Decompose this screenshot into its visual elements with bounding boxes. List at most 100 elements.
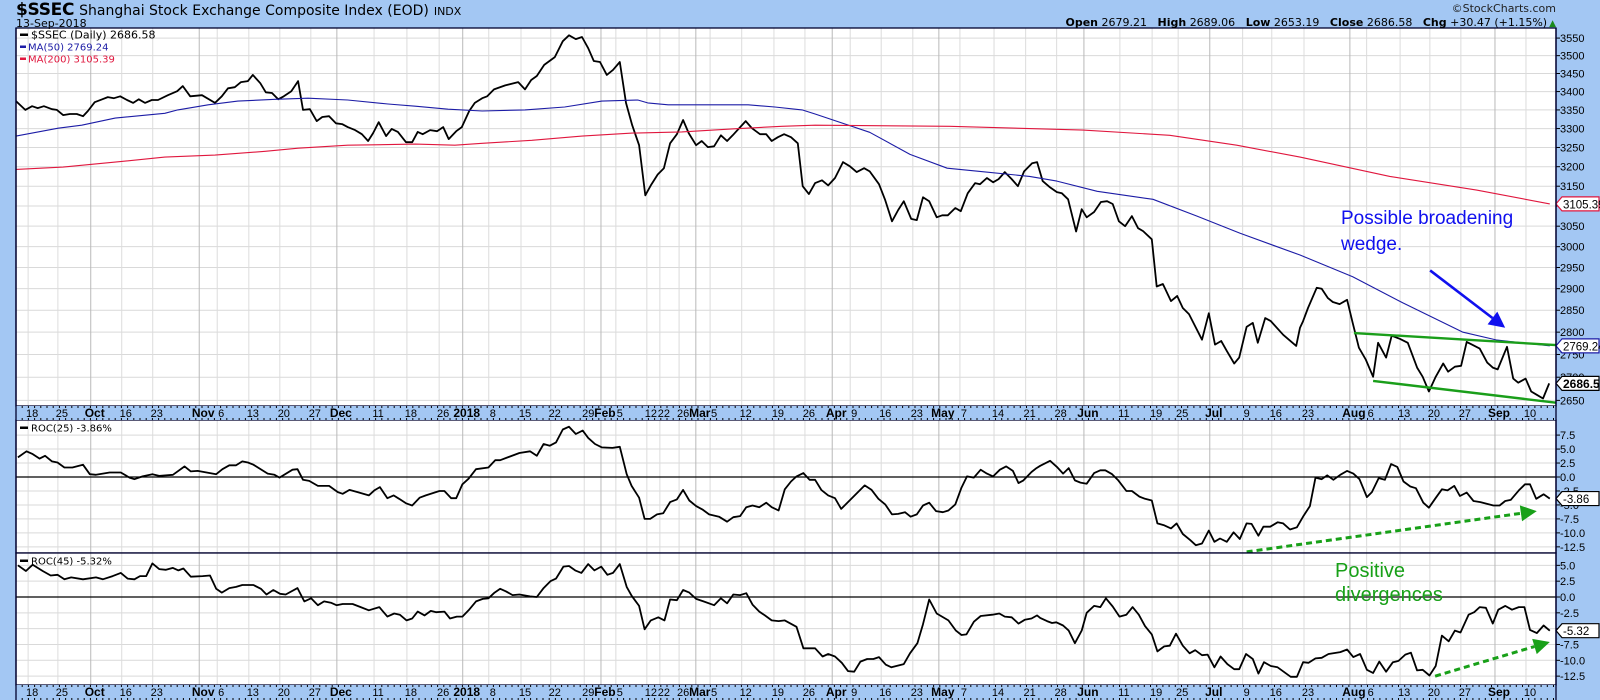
x-tick-label: 18 (26, 408, 38, 420)
x-tick-label: Aug (1342, 685, 1365, 699)
x-tick-label: Jul (1205, 685, 1222, 699)
x-tick-label: 18 (405, 408, 417, 420)
x-tick-label: 10 (1524, 408, 1536, 420)
low-label: Low (1245, 16, 1271, 29)
x-tick-label: Apr (826, 685, 847, 699)
x-tick-label: 7 (961, 408, 967, 420)
y-tick-label: 3300 (1560, 124, 1584, 136)
x-tick-label: 2018 (453, 406, 480, 420)
x-tick-label: 29 (582, 687, 594, 699)
divergence-annotation-text: divergences (1335, 584, 1443, 606)
x-tick-label: 16 (879, 408, 891, 420)
divergence-annotation-text: Positive (1335, 560, 1405, 582)
y-tick-label: 2800 (1560, 327, 1584, 339)
x-tick-label: Mar (689, 685, 711, 699)
x-tick-label: Nov (192, 685, 215, 699)
x-tick-label: 21 (1024, 408, 1036, 420)
x-tick-label: Dec (330, 406, 352, 420)
x-tick-label: 27 (1459, 687, 1471, 699)
x-tick-label: 21 (1024, 687, 1036, 699)
x-tick-label: 19 (1150, 687, 1162, 699)
x-tick-label: 12 (740, 408, 752, 420)
x-tick-label: 20 (1428, 408, 1440, 420)
x-tick-label: 16 (120, 408, 132, 420)
y-tick-label: 3550 (1560, 33, 1584, 45)
wedge-annotation-text: Possible broadening (1341, 208, 1513, 229)
y-tick-label: 2.5 (1560, 576, 1575, 588)
open-label: Open (1065, 16, 1098, 29)
x-tick-label: 19 (1150, 408, 1162, 420)
x-tick-label: Dec (330, 685, 352, 699)
x-tick-label: 9 (1244, 408, 1250, 420)
x-tick-label: 25 (56, 408, 68, 420)
x-tick-label: 23 (151, 687, 163, 699)
last-value-label: 2686.58 (1555, 375, 1600, 391)
x-tick-label: 14 (992, 408, 1004, 420)
price-panel: Possible broadening wedge. $SSEC (Daily) 2… (15, 27, 1557, 407)
roc45-panel: Positivedivergences ROC(45) -5.32% (15, 552, 1557, 686)
x-tick-label: 15 (519, 687, 531, 699)
legend-swatch (20, 45, 26, 48)
legend-label: $SSEC (Daily) 2686.58 (31, 29, 156, 42)
x-tick-label: 27 (309, 687, 321, 699)
y-tick-label: 3150 (1560, 181, 1584, 193)
high-value: 2689.06 (1189, 16, 1236, 29)
y-tick-label: 0.0 (1560, 472, 1575, 484)
x-tick-label: Oct (85, 685, 105, 699)
legend-item: ROC(45) -5.32% (20, 557, 112, 568)
x-tick-label: 10 (1524, 687, 1536, 699)
x-tick-label: 26 (677, 408, 689, 420)
x-axis-bottom: 18 25 Oct 16 23 Nov 6 13 20 27 Dec 11 18 26 2018 8 15 22 2… (15, 685, 1556, 700)
up-triangle-icon: ▲ (1549, 19, 1556, 29)
x-tick-label: 15 (519, 408, 531, 420)
x-tick-label: 22 (549, 687, 561, 699)
y-tick-label: 3200 (1560, 162, 1584, 174)
ohlc-summary: Open 2679.21 High 2689.06 Low 2653.19 Cl… (1058, 16, 1556, 29)
x-tick-label: 26 (437, 687, 449, 699)
y-tick-label: 5.0 (1560, 560, 1575, 572)
value-label-text: 3105.39 (1563, 199, 1600, 211)
x-tick-label: 11 (372, 408, 383, 420)
y-tick-label: 3350 (1560, 105, 1584, 117)
legend-label: ROC(45) -5.32% (31, 557, 112, 568)
value-label-text: 2686.58 (1563, 377, 1600, 391)
x-tick-label: 23 (911, 408, 923, 420)
x-tick-label: 6 (1368, 687, 1374, 699)
x-tick-label: 25 (1176, 687, 1188, 699)
legend-item: $SSEC (Daily) 2686.58 (20, 29, 156, 42)
x-tick-label: 12 (645, 687, 657, 699)
legend-label: ROC(25) -3.86% (31, 424, 112, 435)
x-tick-label: 11 (1118, 408, 1129, 420)
legend-swatch (20, 559, 28, 562)
y-tick-label: -10.0 (1560, 655, 1585, 667)
y-tick-label: 7.5 (1560, 430, 1575, 442)
high-label: High (1157, 16, 1187, 29)
x-tick-label: 26 (437, 408, 449, 420)
x-tick-label: 11 (372, 687, 383, 699)
x-tick-label: 12 (740, 687, 752, 699)
last-value-label: 3105.39 (1555, 196, 1600, 212)
x-tick-label: May (931, 406, 955, 420)
y-tick-label: 3000 (1560, 242, 1584, 254)
x-tick-label: Nov (192, 406, 215, 420)
x-tick-label: 20 (1428, 687, 1440, 699)
x-tick-label: 27 (1459, 408, 1471, 420)
x-tick-label: 19 (772, 408, 784, 420)
y-tick-label: 2850 (1560, 305, 1584, 317)
y-tick-label: 2.5 (1560, 458, 1575, 470)
y-tick-label: 3450 (1560, 68, 1584, 80)
last-value-label: -5.32 (1555, 623, 1600, 639)
change-label: Chg (1422, 16, 1447, 29)
close-value: 2686.58 (1366, 16, 1413, 29)
x-tick-label: Aug (1342, 406, 1365, 420)
x-tick-label: 26 (677, 687, 689, 699)
y-tick-label: -12.5 (1560, 542, 1585, 554)
x-tick-label: 5 (617, 408, 623, 420)
x-tick-label: 9 (851, 687, 857, 699)
x-tick-label: 8 (490, 408, 496, 420)
x-tick-label: 14 (992, 687, 1004, 699)
low-value: 2653.19 (1273, 16, 1320, 29)
x-tick-label: 25 (1176, 408, 1188, 420)
y-tick-label: 3250 (1560, 142, 1584, 154)
wedge-annotation-text: wedge. (1340, 234, 1402, 255)
